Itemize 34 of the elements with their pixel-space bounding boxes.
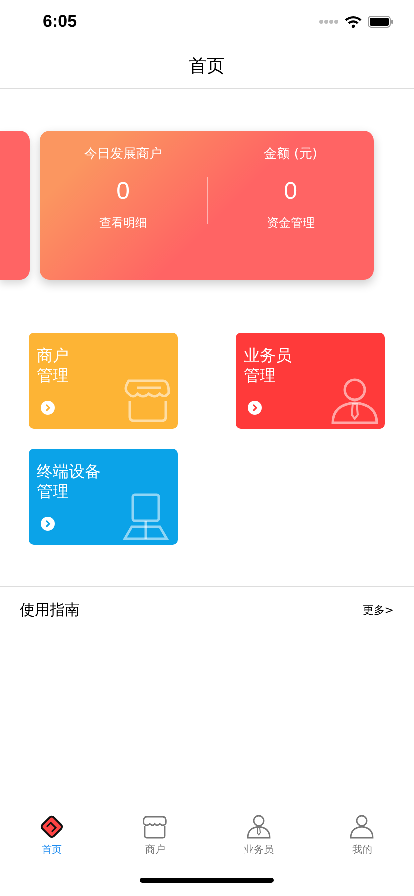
person-icon	[330, 377, 380, 425]
shop-icon	[123, 377, 173, 425]
section-title: 使用指南	[20, 600, 80, 620]
stat-link[interactable]: 查看明细	[99, 215, 148, 232]
tile-title: 管理	[244, 366, 276, 386]
stat-value: 0	[284, 178, 298, 206]
menu-tile[interactable]: 商户 管理	[29, 333, 178, 429]
stat-label: 今日发展商户	[84, 146, 162, 163]
stat-value: 0	[116, 178, 130, 206]
stat-label: 金额 (元)	[264, 146, 318, 163]
tile-title: 商户	[37, 346, 69, 366]
tile-title: 管理	[37, 482, 69, 502]
tile-title: 业务员	[244, 346, 292, 366]
tab-item[interactable]: 业务员	[207, 814, 310, 866]
user-icon	[349, 814, 376, 840]
status-time: 6:05	[43, 12, 78, 32]
tab-item[interactable]: 商户	[104, 814, 207, 866]
tab-item[interactable]: 首页	[0, 814, 104, 866]
tab-item[interactable]: 我的	[310, 814, 414, 866]
arrow-circle-icon	[41, 517, 55, 531]
menu-tile[interactable]: 终端设备 管理	[29, 449, 178, 545]
arrow-circle-icon	[248, 401, 262, 415]
person-icon	[246, 814, 272, 840]
tile-title: 管理	[37, 366, 69, 386]
arrow-circle-icon	[41, 401, 55, 415]
wifi-icon	[345, 16, 362, 28]
shop-icon	[142, 814, 168, 840]
stat-link[interactable]: 资金管理	[266, 215, 315, 232]
battery-icon	[368, 16, 394, 28]
more-link[interactable]: 更多>	[362, 602, 394, 618]
menu-tile[interactable]: 业务员 管理	[236, 333, 385, 429]
signal-icon	[319, 19, 339, 25]
tile-title: 终端设备	[37, 462, 101, 482]
page-title: 首页	[189, 55, 225, 78]
